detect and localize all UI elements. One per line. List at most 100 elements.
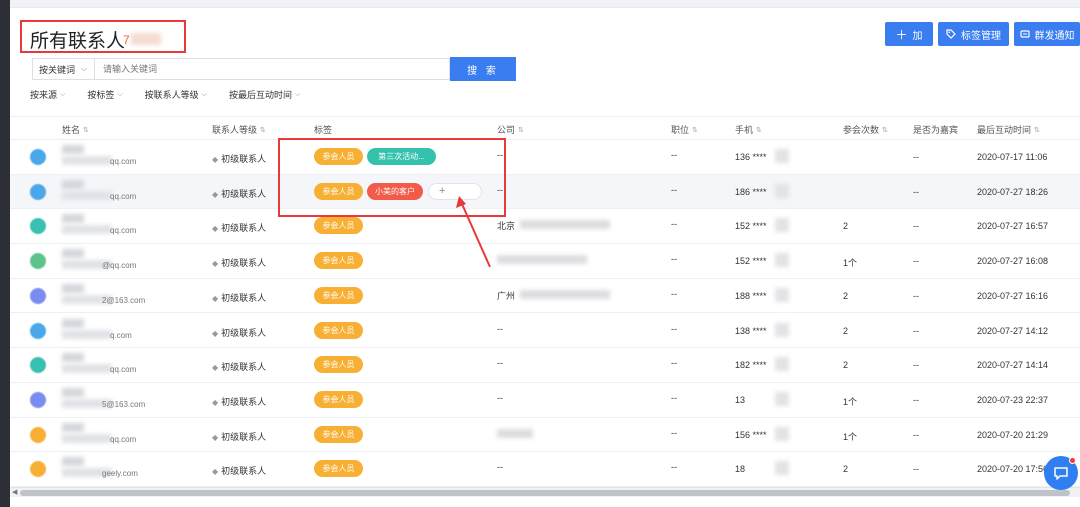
is-guest: --: [913, 394, 919, 405]
phone-redacted: [775, 391, 789, 406]
contacts-page: 所有联系人 7 ＋ 加 标签管理 群发通知 按关键词 ⌵ 搜 索 按来源⌵ 按标…: [10, 0, 1080, 507]
contact-phone: 18: [735, 464, 746, 475]
phone-redacted: [775, 149, 789, 163]
attend-count: 1个: [843, 396, 858, 407]
mass-notify-label: 群发通知: [1034, 30, 1075, 42]
table-row[interactable]: 2@163.com ◆ 初级联系人 参会人员 广州 -- 188 **** 2 -- 2020-0…: [10, 279, 1080, 314]
contact-email: 5@163.com: [102, 399, 146, 409]
contact-company: --: [497, 323, 503, 334]
is-guest: --: [913, 221, 919, 232]
tag-chip[interactable]: 参会人员: [314, 286, 363, 304]
avatar: [30, 287, 46, 304]
tag-chip[interactable]: 参会人员: [314, 390, 363, 408]
level-label: 初级联系人: [221, 188, 267, 199]
col-phone[interactable]: 手机 ⇅: [735, 123, 762, 136]
name-redacted: [62, 249, 84, 259]
chevron-down-icon: ⌵: [60, 90, 66, 98]
col-name[interactable]: 姓名 ⇅: [62, 123, 89, 136]
tag-chip[interactable]: 参会人员: [314, 460, 363, 478]
email-redacted: [62, 364, 112, 374]
avatar: [30, 426, 46, 443]
col-position[interactable]: 职位 ⇅: [671, 123, 698, 136]
message-icon: [1019, 30, 1030, 38]
phone-redacted: [775, 253, 789, 268]
name-redacted: [62, 283, 84, 293]
contact-email: qq.com: [110, 191, 137, 201]
table-row[interactable]: qq.com ◆ 初级联系人 参会人员 小美的客户 + -- -- 186 **** -- 2020…: [10, 174, 1080, 210]
filter-last-interaction[interactable]: 按最后互动时间 ⌵: [229, 88, 300, 101]
add-contact-button[interactable]: ＋ 加: [885, 22, 933, 46]
col-last-interaction[interactable]: 最后互动时间 ⇅: [977, 123, 1040, 136]
contact-position: --: [671, 254, 677, 265]
search-type-select[interactable]: 按关键词 ⌵: [32, 58, 94, 80]
diamond-icon: ◆: [212, 155, 219, 164]
search-input[interactable]: [94, 58, 450, 80]
contact-company: 北京: [497, 221, 516, 232]
col-label: 是否为嘉宾: [913, 125, 959, 135]
col-label: 公司: [497, 125, 516, 135]
is-guest: --: [913, 290, 919, 301]
col-attend-count[interactable]: 参会次数 ⇅: [843, 123, 888, 136]
company-redacted: [497, 428, 533, 438]
attend-count: 2: [843, 290, 849, 301]
col-label: 最后互动时间: [977, 125, 1032, 135]
tag-chip[interactable]: 参会人员: [314, 252, 363, 270]
phone-redacted: [775, 287, 789, 302]
col-level[interactable]: 联系人等级 ⇅: [212, 123, 266, 136]
table-row[interactable]: geely.com ◆ 初级联系人 参会人员 -- -- 18 2 -- 2020-07-20 1…: [10, 452, 1080, 487]
avatar: [30, 357, 46, 374]
col-label: 标签: [314, 125, 333, 135]
last-interaction-time: 2020-07-27 18:26: [977, 186, 1049, 197]
chevron-down-icon: ⌵: [295, 90, 301, 98]
search-button[interactable]: 搜 索: [450, 57, 516, 81]
tag-chip[interactable]: 参会人员: [314, 425, 363, 443]
name-redacted: [62, 318, 84, 328]
attend-count: 2: [843, 464, 849, 475]
tag-chip[interactable]: 参会人员: [314, 217, 363, 235]
scroll-left-icon[interactable]: ◀: [12, 488, 17, 496]
contact-phone: 152 ****: [735, 256, 767, 267]
mass-notify-button[interactable]: 群发通知: [1014, 22, 1080, 46]
last-interaction-time: 2020-07-20 17:56: [977, 464, 1049, 475]
filter-source[interactable]: 按来源 ⌵: [30, 88, 65, 101]
filter-level[interactable]: 按联系人等级 ⌵: [145, 88, 207, 101]
contact-level: ◆ 初级联系人: [212, 291, 266, 304]
last-interaction-time: 2020-07-20 21:29: [977, 429, 1049, 440]
level-label: 初级联系人: [221, 396, 267, 407]
contact-level: ◆ 初级联系人: [212, 395, 266, 408]
app-sidebar-edge: [0, 0, 10, 507]
contact-position: --: [671, 184, 677, 195]
scrollbar-thumb[interactable]: [20, 490, 1070, 496]
sort-icon: ⇅: [882, 126, 888, 134]
table-row[interactable]: qq.com ◆ 初级联系人 参会人员 第三次活动... -- -- 136 **** -- 20…: [10, 140, 1080, 175]
table-row[interactable]: qq.com ◆ 初级联系人 参会人员 -- 156 **** 1个 -- 2020-07-20…: [10, 418, 1080, 453]
contact-position: --: [671, 150, 677, 160]
contact-phone: 13: [735, 394, 746, 405]
phone-redacted: [775, 357, 789, 372]
last-interaction-time: 2020-07-17 11:06: [977, 152, 1048, 162]
phone-redacted: [775, 218, 789, 233]
diamond-icon: ◆: [212, 432, 219, 442]
horizontal-scrollbar[interactable]: ◀: [10, 487, 1080, 497]
tag-chip[interactable]: 参会人员: [314, 321, 363, 339]
search-type-value: 按关键词: [39, 64, 76, 75]
table-row[interactable]: 5@163.com ◆ 初级联系人 参会人员 -- -- 13 1个 -- 2020-07-23 …: [10, 383, 1080, 418]
table-row[interactable]: q.com ◆ 初级联系人 参会人员 -- -- 138 **** 2 -- 2020-07-27…: [10, 314, 1080, 349]
avatar: [30, 391, 46, 408]
filter-tag[interactable]: 按标签 ⌵: [87, 88, 122, 101]
attend-count: 2: [843, 221, 849, 232]
contact-company: 广州: [497, 290, 516, 301]
col-label: 参会次数: [843, 125, 880, 135]
table-row[interactable]: qq.com ◆ 初级联系人 参会人员 北京 -- 152 **** 2 -- 2020-07-2…: [10, 209, 1080, 245]
tag-manage-button[interactable]: 标签管理: [938, 22, 1009, 46]
table-row[interactable]: @qq.com ◆ 初级联系人 参会人员 -- 152 **** 1个 -- 2020-07-2…: [10, 244, 1080, 279]
table-row[interactable]: qq.com ◆ 初级联系人 参会人员 -- -- 182 **** 2 -- 2020-07-2…: [10, 348, 1080, 383]
contact-company: --: [497, 358, 503, 369]
sort-icon: ⇅: [756, 126, 762, 134]
contact-email: qq.com: [110, 434, 137, 444]
contact-position: --: [671, 462, 677, 473]
col-company[interactable]: 公司 ⇅: [497, 123, 524, 136]
tag-chip[interactable]: 参会人员: [314, 356, 363, 374]
level-label: 初级联系人: [221, 258, 267, 269]
last-interaction-time: 2020-07-27 16:08: [977, 256, 1049, 267]
